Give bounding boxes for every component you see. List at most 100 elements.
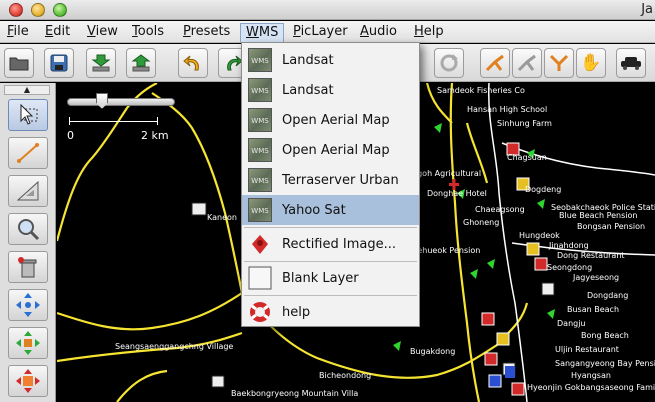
magnifier-icon: [18, 219, 40, 241]
menu-separator: [244, 227, 417, 228]
blank-square-icon: [248, 266, 272, 290]
menu-audio[interactable]: Audio: [355, 23, 402, 42]
zoom-slider-thumb[interactable]: [96, 93, 108, 109]
select-tool-button[interactable]: [8, 99, 48, 131]
undo-button[interactable]: [178, 48, 208, 78]
wms-menu-item-terraserver-urban[interactable]: WMS Terraserver Urban: [242, 165, 419, 195]
palette-collapse-handle[interactable]: ▲: [4, 85, 50, 95]
map-label: Hungdeok: [519, 231, 560, 240]
wms-menu-item-label: Rectified Image...: [282, 236, 396, 252]
zoom-window-button[interactable]: [53, 3, 67, 17]
map-label: Ghoneng: [463, 218, 500, 227]
zoom-tool-button[interactable]: [8, 213, 48, 245]
wms-menu-item-label: help: [282, 304, 311, 320]
reverse-way-icon: [549, 54, 569, 71]
refresh-button[interactable]: [434, 48, 464, 78]
minimize-window-button[interactable]: [31, 3, 45, 17]
map-label: Seangsaenggangchng Village: [115, 342, 234, 351]
map-label: Dangju: [557, 319, 586, 328]
map-label: Blue Beach Pension: [559, 211, 638, 220]
save-button[interactable]: [44, 48, 74, 78]
menu-presets-label: Presets: [183, 24, 231, 39]
scale-label-end: 2 km: [141, 129, 169, 142]
wms-menu-item-yahoo-sat[interactable]: WMS Yahoo Sat: [242, 195, 419, 225]
car-icon: [621, 57, 641, 70]
floppy-disk-icon: [50, 54, 68, 72]
red-marker-icon: [252, 235, 268, 254]
wms-menu-item-open-aerial-map-1[interactable]: WMS Open Aerial Map: [242, 105, 419, 135]
menu-presets[interactable]: Presets: [178, 23, 235, 42]
menu-bar: File Edit View Tools Presets WMS PicLaye…: [0, 21, 655, 43]
menu-help[interactable]: Help: [409, 23, 449, 42]
scale-label-start: 0: [67, 129, 74, 142]
wms-menu-item-label: Yahoo Sat: [282, 202, 346, 218]
wms-menu-item-landsat-1[interactable]: WMS Landsat: [242, 45, 419, 75]
menu-separator: [244, 261, 417, 262]
wms-icon: WMS: [248, 48, 272, 72]
wms-menu-item-label: Open Aerial Map: [282, 142, 390, 158]
wms-menu-item-open-aerial-map-2[interactable]: WMS Open Aerial Map: [242, 135, 419, 165]
map-label: Hyeonjin Gokbangsaseong Family Pension: [527, 383, 655, 392]
split-way-icon: [485, 54, 504, 72]
menu-edit[interactable]: Edit: [40, 23, 75, 42]
rotate-tool-button[interactable]: [8, 327, 48, 359]
lifebuoy-icon: [250, 302, 270, 322]
map-label: Chagsuan: [507, 153, 547, 162]
zoom-slider-track[interactable]: [67, 98, 175, 106]
download-button[interactable]: [86, 48, 116, 78]
wms-icon: WMS: [248, 198, 272, 222]
wms-icon: WMS: [248, 78, 272, 102]
menu-separator: [244, 295, 417, 296]
menu-edit-label: Edit: [45, 24, 71, 39]
menu-audio-label: Audio: [360, 24, 397, 39]
map-label: Chaeagsong: [475, 205, 525, 214]
menu-wms[interactable]: WMS: [240, 23, 285, 42]
wms-menu-item-landsat-2[interactable]: WMS Landsat: [242, 75, 419, 105]
scale-tool-button[interactable]: [8, 365, 48, 397]
measure-tool-button[interactable]: [8, 175, 48, 207]
map-label: Bongsan Pension: [577, 222, 646, 231]
draw-tool-button[interactable]: [8, 137, 48, 169]
title-bar: Ja: [0, 0, 655, 20]
wms-menu-item-rectified-image[interactable]: Rectified Image...: [242, 229, 419, 259]
map-label: Sinhung Farm: [497, 119, 552, 128]
tool-palette: ▲: [0, 83, 56, 402]
menu-wms-label: WMS: [246, 25, 279, 40]
open-file-button[interactable]: [4, 48, 34, 78]
map-label: Kaneon: [207, 213, 237, 222]
wms-menu-item-help[interactable]: help: [242, 297, 419, 327]
undo-icon: [183, 55, 199, 71]
split-way-button[interactable]: [480, 48, 510, 78]
map-label: Bicheondong: [319, 371, 372, 380]
scale-arrows-icon: [16, 369, 40, 393]
move-all-tool-button[interactable]: [8, 289, 48, 321]
menu-piclayer[interactable]: PicLayer: [288, 23, 353, 42]
download-icon: [91, 54, 111, 72]
wms-icon: WMS: [248, 108, 272, 132]
close-window-button[interactable]: [9, 3, 23, 17]
upload-button[interactable]: [126, 48, 156, 78]
menu-file[interactable]: File: [2, 23, 34, 42]
info-marker: [505, 366, 515, 378]
map-label: Bong Beach: [581, 331, 629, 340]
wms-menu-item-blank-layer[interactable]: Blank Layer: [242, 263, 419, 293]
delete-tool-button[interactable]: [8, 251, 48, 283]
map-label: Dong Restaurant: [557, 251, 625, 260]
reverse-way-button[interactable]: [544, 48, 574, 78]
combine-way-button[interactable]: [512, 48, 542, 78]
scale-bar-tick-end: [157, 117, 158, 125]
car-mode-button[interactable]: [616, 48, 646, 78]
upload-icon: [131, 54, 151, 72]
map-label: Jagyeseong: [573, 273, 620, 282]
map-label: Hyangsan: [571, 371, 611, 380]
window-title: Ja: [641, 2, 653, 17]
menu-tools[interactable]: Tools: [127, 23, 169, 42]
wms-menu-item-label: Open Aerial Map: [282, 112, 390, 128]
map-label: Seongdong: [547, 263, 593, 272]
map-label: Baekbongryeong Mountain Villa: [231, 389, 359, 398]
map-label: Hansan High School: [467, 105, 548, 114]
menu-help-label: Help: [414, 24, 444, 39]
menu-view-label: View: [87, 24, 118, 39]
move-hand-button[interactable]: ✋: [576, 48, 606, 78]
menu-view[interactable]: View: [82, 23, 123, 42]
